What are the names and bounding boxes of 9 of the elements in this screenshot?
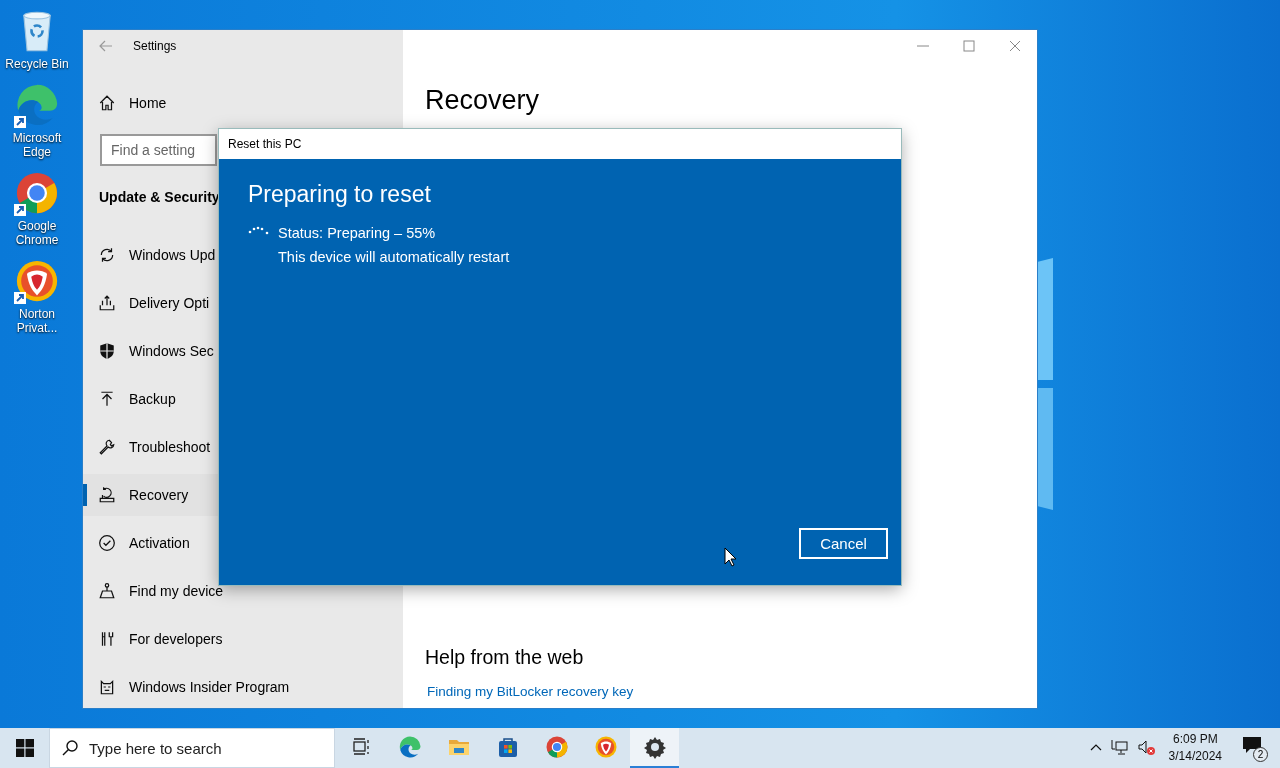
- status-text: Status: Preparing – 55%: [278, 225, 437, 241]
- dialog-title: Reset this PC: [219, 129, 901, 159]
- section-heading: Update & Security: [99, 188, 220, 207]
- dialog-heading: Preparing to reset: [248, 181, 432, 208]
- restart-note: This device will automatically restart: [278, 249, 510, 265]
- section-heading: Help from the web: [425, 646, 585, 669]
- window-title: Settings: [133, 39, 177, 53]
- page-heading: Recovery: [425, 85, 541, 116]
- notification-count: 2: [1253, 747, 1268, 762]
